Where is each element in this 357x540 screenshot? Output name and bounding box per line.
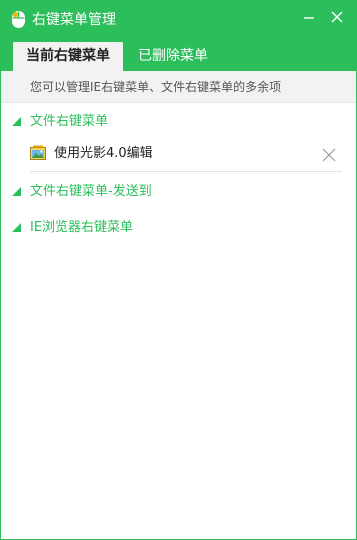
section-ie-menu[interactable]: IE浏览器右键菜单 — [1, 217, 356, 239]
item-label: 使用光影4.0编辑 — [54, 146, 153, 161]
close-icon — [331, 11, 343, 23]
photo-editor-icon — [30, 145, 47, 162]
window-title: 右键菜单管理 — [32, 12, 116, 28]
hint-text: 您可以管理IE右键菜单、文件右键菜单的多余项 — [30, 80, 282, 94]
close-button[interactable] — [327, 7, 347, 27]
section-file-menu[interactable]: 文件右键菜单 — [1, 111, 356, 133]
tab-current-menu[interactable]: 当前右键菜单 — [13, 42, 123, 71]
minimize-button[interactable] — [299, 7, 319, 27]
expand-triangle-icon — [12, 187, 21, 196]
section-file-menu-send-to[interactable]: 文件右键菜单-发送到 — [1, 181, 356, 203]
expand-triangle-icon — [12, 117, 21, 126]
section-label: IE浏览器右键菜单 — [30, 220, 134, 235]
minimize-icon — [304, 17, 314, 19]
mouse-icon — [10, 10, 27, 29]
hint-bar: 您可以管理IE右键菜单、文件右键菜单的多余项 — [1, 71, 356, 103]
list-item[interactable]: 使用光影4.0编辑 — [30, 142, 342, 172]
section-label: 文件右键菜单-发送到 — [30, 184, 152, 199]
remove-x-icon[interactable] — [322, 147, 336, 162]
expand-triangle-icon — [12, 223, 21, 232]
section-label: 文件右键菜单 — [30, 114, 109, 129]
title-bar[interactable]: 右键菜单管理 当前右键菜单 已删除菜单 — [1, 1, 356, 71]
right-click-menu-manager-window: 右键菜单管理 当前右键菜单 已删除菜单 您可以管理IE右键菜单、文件右键菜单的多… — [0, 0, 357, 540]
tab-deleted-menu[interactable]: 已删除菜单 — [127, 42, 219, 71]
